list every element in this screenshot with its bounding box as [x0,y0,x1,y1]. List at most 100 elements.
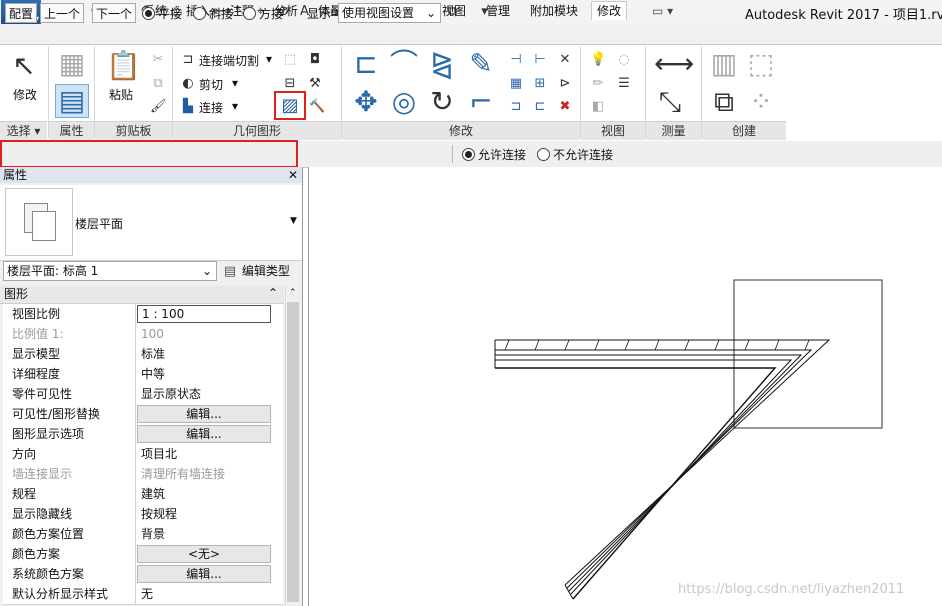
array-icon[interactable]: ▦ [508,76,524,92]
split-hammer-icon[interactable]: 🔨 [309,99,325,115]
property-row[interactable]: 比例值 1: 100 [3,324,283,345]
join-geometry-label[interactable]: 连接 [199,99,223,116]
split-element-icon[interactable]: ⊣ [508,52,524,68]
panel-select-label[interactable]: 选择 ▾ [0,121,47,140]
instance-filter-select[interactable]: 楼层平面: 标高 1 ⌄ [3,261,217,281]
wall-joins-button[interactable]: ▨ [274,91,306,120]
type-dropdown-icon[interactable]: ▼ [290,216,297,226]
join-dropdown-icon[interactable]: ▾ [232,99,238,113]
wall-line-1 [495,349,813,589]
delete-icon[interactable]: ✖ [557,99,573,115]
radio-square-join[interactable]: 方接 [243,5,283,22]
property-value[interactable]: 无 [137,584,271,604]
scale-icon[interactable]: ⊞ [532,76,548,92]
property-row[interactable]: 显示隐藏线 按规程 [3,504,283,525]
pin-icon[interactable]: ⊳ [557,76,573,92]
tab-add-ins[interactable]: 附加模块 [530,2,578,20]
mirror-draw-icon[interactable]: ✎ [465,48,497,80]
trim-extend-corner-icon[interactable]: ⌐ [465,86,497,118]
property-value[interactable]: 项目北 [137,444,271,464]
property-row[interactable]: 可见性/图形替换 编辑... [3,404,283,425]
rotate-icon[interactable]: ↻ [426,86,458,118]
mirror-axis-icon[interactable]: ⧎ [426,48,458,80]
property-row[interactable]: 图形显示选项 编辑... [3,424,283,445]
ribbon-minimize-icon[interactable]: ▭ ▾ [652,2,673,20]
next-button[interactable]: 下一个 [92,3,137,23]
cut-dropdown-icon[interactable]: ▾ [232,76,238,90]
radio-butt-join[interactable]: 平接 [142,5,182,22]
join-geometry-icon[interactable]: ▙ [180,99,196,115]
property-value[interactable]: 1 : 100 [137,305,271,323]
property-row[interactable]: 默认分析显示样式无 [3,584,283,605]
property-row[interactable]: 墙连接显示 清理所有墙连接 [3,464,283,485]
property-row[interactable]: 方向 项目北 [3,444,283,465]
align-icon[interactable]: ⊏ [350,48,382,80]
edit-type-button[interactable]: ▤ 编辑类型 [222,262,290,280]
property-value[interactable]: 显示原状态 [137,384,271,404]
wall-joins-small-icon[interactable]: ⊟ [282,76,298,92]
tab-manage[interactable]: 管理 [486,2,510,20]
move-icon[interactable]: ✥ [350,86,382,118]
property-edit-button[interactable]: 编辑... [137,405,271,423]
panel-view-label: 视图 [581,121,645,140]
demolish-icon[interactable]: ⚒ [307,76,323,92]
tab-view[interactable]: 视图 [442,2,466,20]
radio-disallow-join[interactable]: 不允许连接 [537,146,613,163]
property-name: 零件可见性 [3,384,136,404]
unpin-icon[interactable]: ✕ [557,52,573,68]
cope-icon[interactable]: ⊐ [180,52,196,68]
modify-cursor-icon[interactable]: ↖ [8,50,40,82]
wall-line-outer [495,339,831,586]
options-separator [452,145,453,163]
paint-icon[interactable]: ◘ [307,52,323,68]
scroll-up-icon[interactable]: ⌃ [289,288,297,298]
property-row[interactable]: 零件可见性 显示原状态 [3,384,283,405]
match-properties-icon[interactable]: 🖌 [150,99,167,115]
property-value[interactable]: 建筑 [137,484,271,504]
cut-geometry-label[interactable]: 剪切 [199,76,223,93]
property-value[interactable]: 标准 [137,344,271,364]
property-edit-button[interactable]: 编辑... [137,565,271,583]
configure-button[interactable]: 配置 [5,3,38,23]
property-value[interactable]: 按规程 [137,504,271,524]
group-header-graphics[interactable]: 图形 ⌃ [0,286,284,304]
collapse-icon[interactable]: ⌃ [268,286,278,300]
measure-between-icon[interactable]: ⟷ [654,48,694,80]
property-row[interactable]: 规程 建筑 [3,484,283,505]
plan-view-canvas[interactable] [309,167,942,606]
property-row[interactable]: 颜色方案 <无> [3,544,283,565]
aligned-dimension-icon[interactable]: ⤡ [654,86,686,118]
radio-allow-join[interactable]: 允许连接 [462,146,526,163]
offset-icon[interactable]: ⌒ [388,48,420,80]
property-row[interactable]: 显示模型 标准 [3,344,283,365]
cut-geometry-icon[interactable]: ◐ [180,76,196,92]
display-select[interactable]: 使用视图设置 ⌄ [338,3,441,23]
radio-miter-join[interactable]: 斜接 [193,5,233,22]
linework-icon[interactable]: ☰ [616,76,632,92]
property-edit-button[interactable]: 编辑... [137,425,271,443]
property-row[interactable]: 视图比例 1 : 100 [3,304,283,325]
property-edit-button[interactable]: <无> [137,545,271,563]
tab-modify[interactable]: 修改 [591,1,628,20]
cope-cut-label[interactable]: 连接端切割 [199,52,259,69]
modify-button-label[interactable]: 修改 [13,86,37,103]
create-group-icon[interactable]: ⧉ [708,86,740,118]
cope-dropdown-icon[interactable]: ▾ [266,52,272,66]
property-value[interactable]: 背景 [137,524,271,544]
previous-button[interactable]: 上一个 [40,3,85,23]
properties-icon[interactable]: ▤ [55,84,89,118]
scroll-thumb[interactable] [287,302,299,602]
paste-icon[interactable]: 📋 [106,50,141,82]
trim-extend-single-icon[interactable]: ⊐ [508,99,524,115]
property-value[interactable]: 中等 [137,364,271,384]
properties-scrollbar[interactable]: ⌃ [285,286,301,606]
trim-extend-multiple-icon[interactable]: ⊏ [532,99,548,115]
close-icon[interactable]: ✕ [288,167,298,183]
property-row[interactable]: 颜色方案位置 背景 [3,524,283,545]
split-gap-icon[interactable]: ⊢ [532,52,548,68]
property-row[interactable]: 系统颜色方案 编辑... [3,564,283,585]
property-row[interactable]: 详细程度 中等 [3,364,283,385]
panel-geometry-label: 几何图形 [173,121,341,140]
paste-button-label[interactable]: 粘贴 [109,86,133,103]
copy-element-icon[interactable]: ◎ [388,86,420,118]
